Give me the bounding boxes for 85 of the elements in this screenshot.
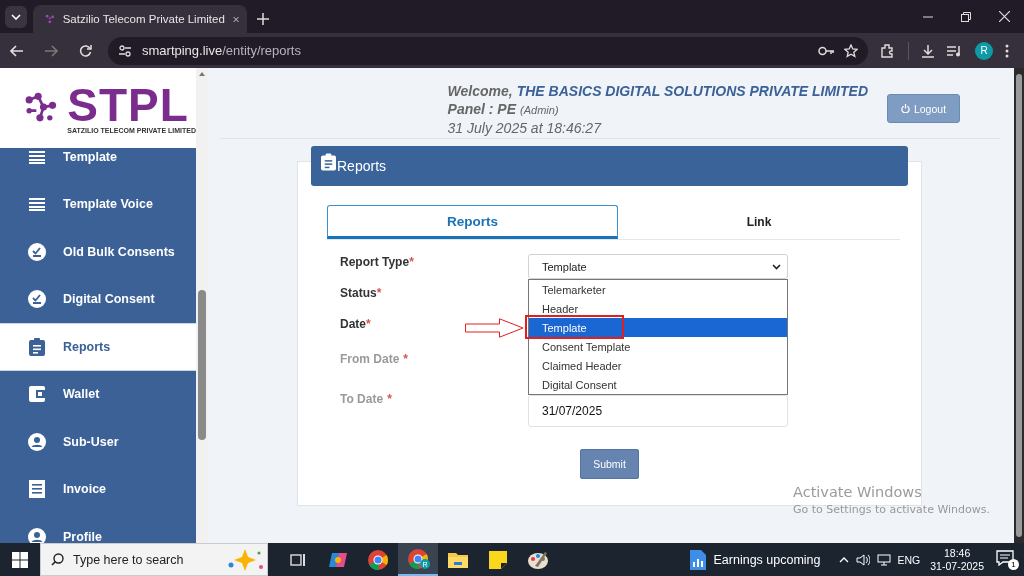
activation-title: Activate Windows bbox=[793, 484, 923, 500]
dropdown-option[interactable]: Consent Template bbox=[529, 337, 787, 356]
card-title: Reports bbox=[337, 158, 387, 174]
field-label: Date* bbox=[340, 316, 371, 332]
list-icon bbox=[28, 197, 46, 212]
to-date-field[interactable]: 31/07/2025 bbox=[528, 395, 788, 427]
sidebar-item[interactable]: Template bbox=[0, 148, 196, 181]
windows-start-icon[interactable] bbox=[12, 551, 28, 568]
scrollbar-thumb[interactable] bbox=[198, 290, 206, 440]
sidebar-item[interactable]: Template Voice bbox=[0, 180, 196, 228]
language-indicator[interactable]: ENG bbox=[897, 553, 921, 566]
address-bar[interactable]: smartping.live/entity/reports bbox=[108, 36, 868, 65]
chevron-down-icon bbox=[11, 14, 21, 20]
extensions-icon[interactable] bbox=[880, 42, 896, 59]
sidebar-item[interactable]: Wallet bbox=[0, 370, 196, 418]
sidebar-item[interactable]: Digital Consent bbox=[0, 275, 196, 323]
search-icon bbox=[51, 553, 64, 566]
panel-label: Panel : PE bbox=[447, 100, 517, 118]
task-view-icon[interactable] bbox=[290, 551, 306, 568]
sidebar-item[interactable]: Invoice bbox=[0, 465, 196, 513]
check-circle-icon bbox=[28, 290, 46, 309]
sticky-note-icon[interactable] bbox=[489, 550, 507, 569]
forward-icon[interactable] bbox=[44, 44, 58, 57]
folder-icon[interactable] bbox=[448, 550, 468, 569]
speaker-icon[interactable] bbox=[855, 553, 870, 566]
arrow-icon bbox=[465, 318, 524, 338]
date-time: 31 July 2025 at 18:46:27 bbox=[447, 119, 603, 137]
field-label: Status* bbox=[340, 285, 382, 301]
back-icon[interactable] bbox=[10, 44, 24, 57]
field-label: To Date * bbox=[340, 391, 392, 407]
sidebar-item[interactable]: Reports bbox=[0, 323, 196, 371]
restore-icon[interactable] bbox=[961, 11, 971, 22]
browser-tab[interactable]: Satzilio Telecom Private Limited bbox=[33, 5, 247, 33]
welcome-label: Welcome, bbox=[447, 82, 513, 100]
submit-button[interactable]: Submit bbox=[580, 449, 639, 479]
power-icon bbox=[900, 104, 910, 113]
tab[interactable]: Link bbox=[618, 205, 900, 239]
scrollbar[interactable] bbox=[1014, 68, 1024, 543]
organization-name: THE BASICS DIGITAL SOLUTIONS PRIVATE LIMITED bbox=[516, 82, 868, 100]
palette-icon[interactable] bbox=[527, 549, 549, 570]
tab-search-button[interactable] bbox=[5, 6, 27, 28]
new-tab-icon[interactable] bbox=[257, 13, 269, 25]
url-text: smartping.live/entity/reports bbox=[142, 43, 302, 58]
clipboard-icon bbox=[321, 153, 336, 171]
taskbar-search-field[interactable]: Type here to search bbox=[40, 543, 268, 576]
notification-count: 1 bbox=[1008, 558, 1019, 570]
clock[interactable]: 18:46 31-07-2025 bbox=[930, 546, 984, 573]
wallet-icon bbox=[28, 386, 46, 403]
field-label: Report Type* bbox=[340, 254, 414, 270]
chrome-icon[interactable] bbox=[367, 548, 389, 571]
media-icon[interactable] bbox=[947, 44, 963, 57]
role-label: (Admin) bbox=[520, 103, 559, 118]
check-circle-icon bbox=[28, 242, 46, 261]
menu-icon[interactable] bbox=[1005, 43, 1009, 58]
dropdown-option[interactable]: Header bbox=[529, 299, 787, 318]
molecule-icon bbox=[45, 12, 55, 26]
chevron-down-icon bbox=[772, 263, 781, 270]
reload-icon[interactable] bbox=[78, 44, 92, 57]
sidebar-item[interactable]: Old Bulk Consents bbox=[0, 228, 196, 276]
chevron-up-icon[interactable] bbox=[838, 556, 849, 563]
news-widget-text[interactable]: Earnings upcoming bbox=[713, 552, 821, 567]
list-icon bbox=[28, 149, 46, 164]
invoice-icon bbox=[28, 480, 46, 499]
person-icon bbox=[28, 432, 46, 451]
scrollbar-thumb[interactable] bbox=[1016, 74, 1022, 537]
dropdown-option[interactable]: Digital Consent bbox=[529, 375, 787, 394]
star-icon[interactable] bbox=[844, 43, 858, 58]
tab[interactable]: Reports bbox=[327, 205, 618, 239]
activation-hint: Go to Settings to activate Windows. bbox=[793, 503, 991, 516]
clipboard-icon bbox=[28, 337, 46, 356]
scroll-up-icon[interactable] bbox=[199, 72, 205, 76]
report-type-select[interactable]: Template bbox=[528, 254, 788, 279]
network-icon[interactable] bbox=[876, 553, 891, 566]
logo-text: STPL bbox=[67, 82, 189, 127]
scrollbar[interactable] bbox=[196, 68, 208, 543]
notification-icon[interactable] bbox=[996, 549, 1014, 566]
site-settings-icon[interactable] bbox=[118, 44, 132, 57]
chart-document-icon[interactable] bbox=[689, 549, 706, 570]
dropdown-option[interactable]: Claimed Header bbox=[529, 356, 787, 375]
close-icon[interactable] bbox=[999, 11, 1010, 22]
sidebar-item[interactable]: Sub-User bbox=[0, 418, 196, 466]
field-label: From Date * bbox=[340, 351, 408, 367]
key-icon[interactable] bbox=[818, 45, 834, 56]
download-icon[interactable] bbox=[921, 43, 935, 58]
dropdown-option[interactable]: Telemarketer bbox=[529, 280, 787, 299]
